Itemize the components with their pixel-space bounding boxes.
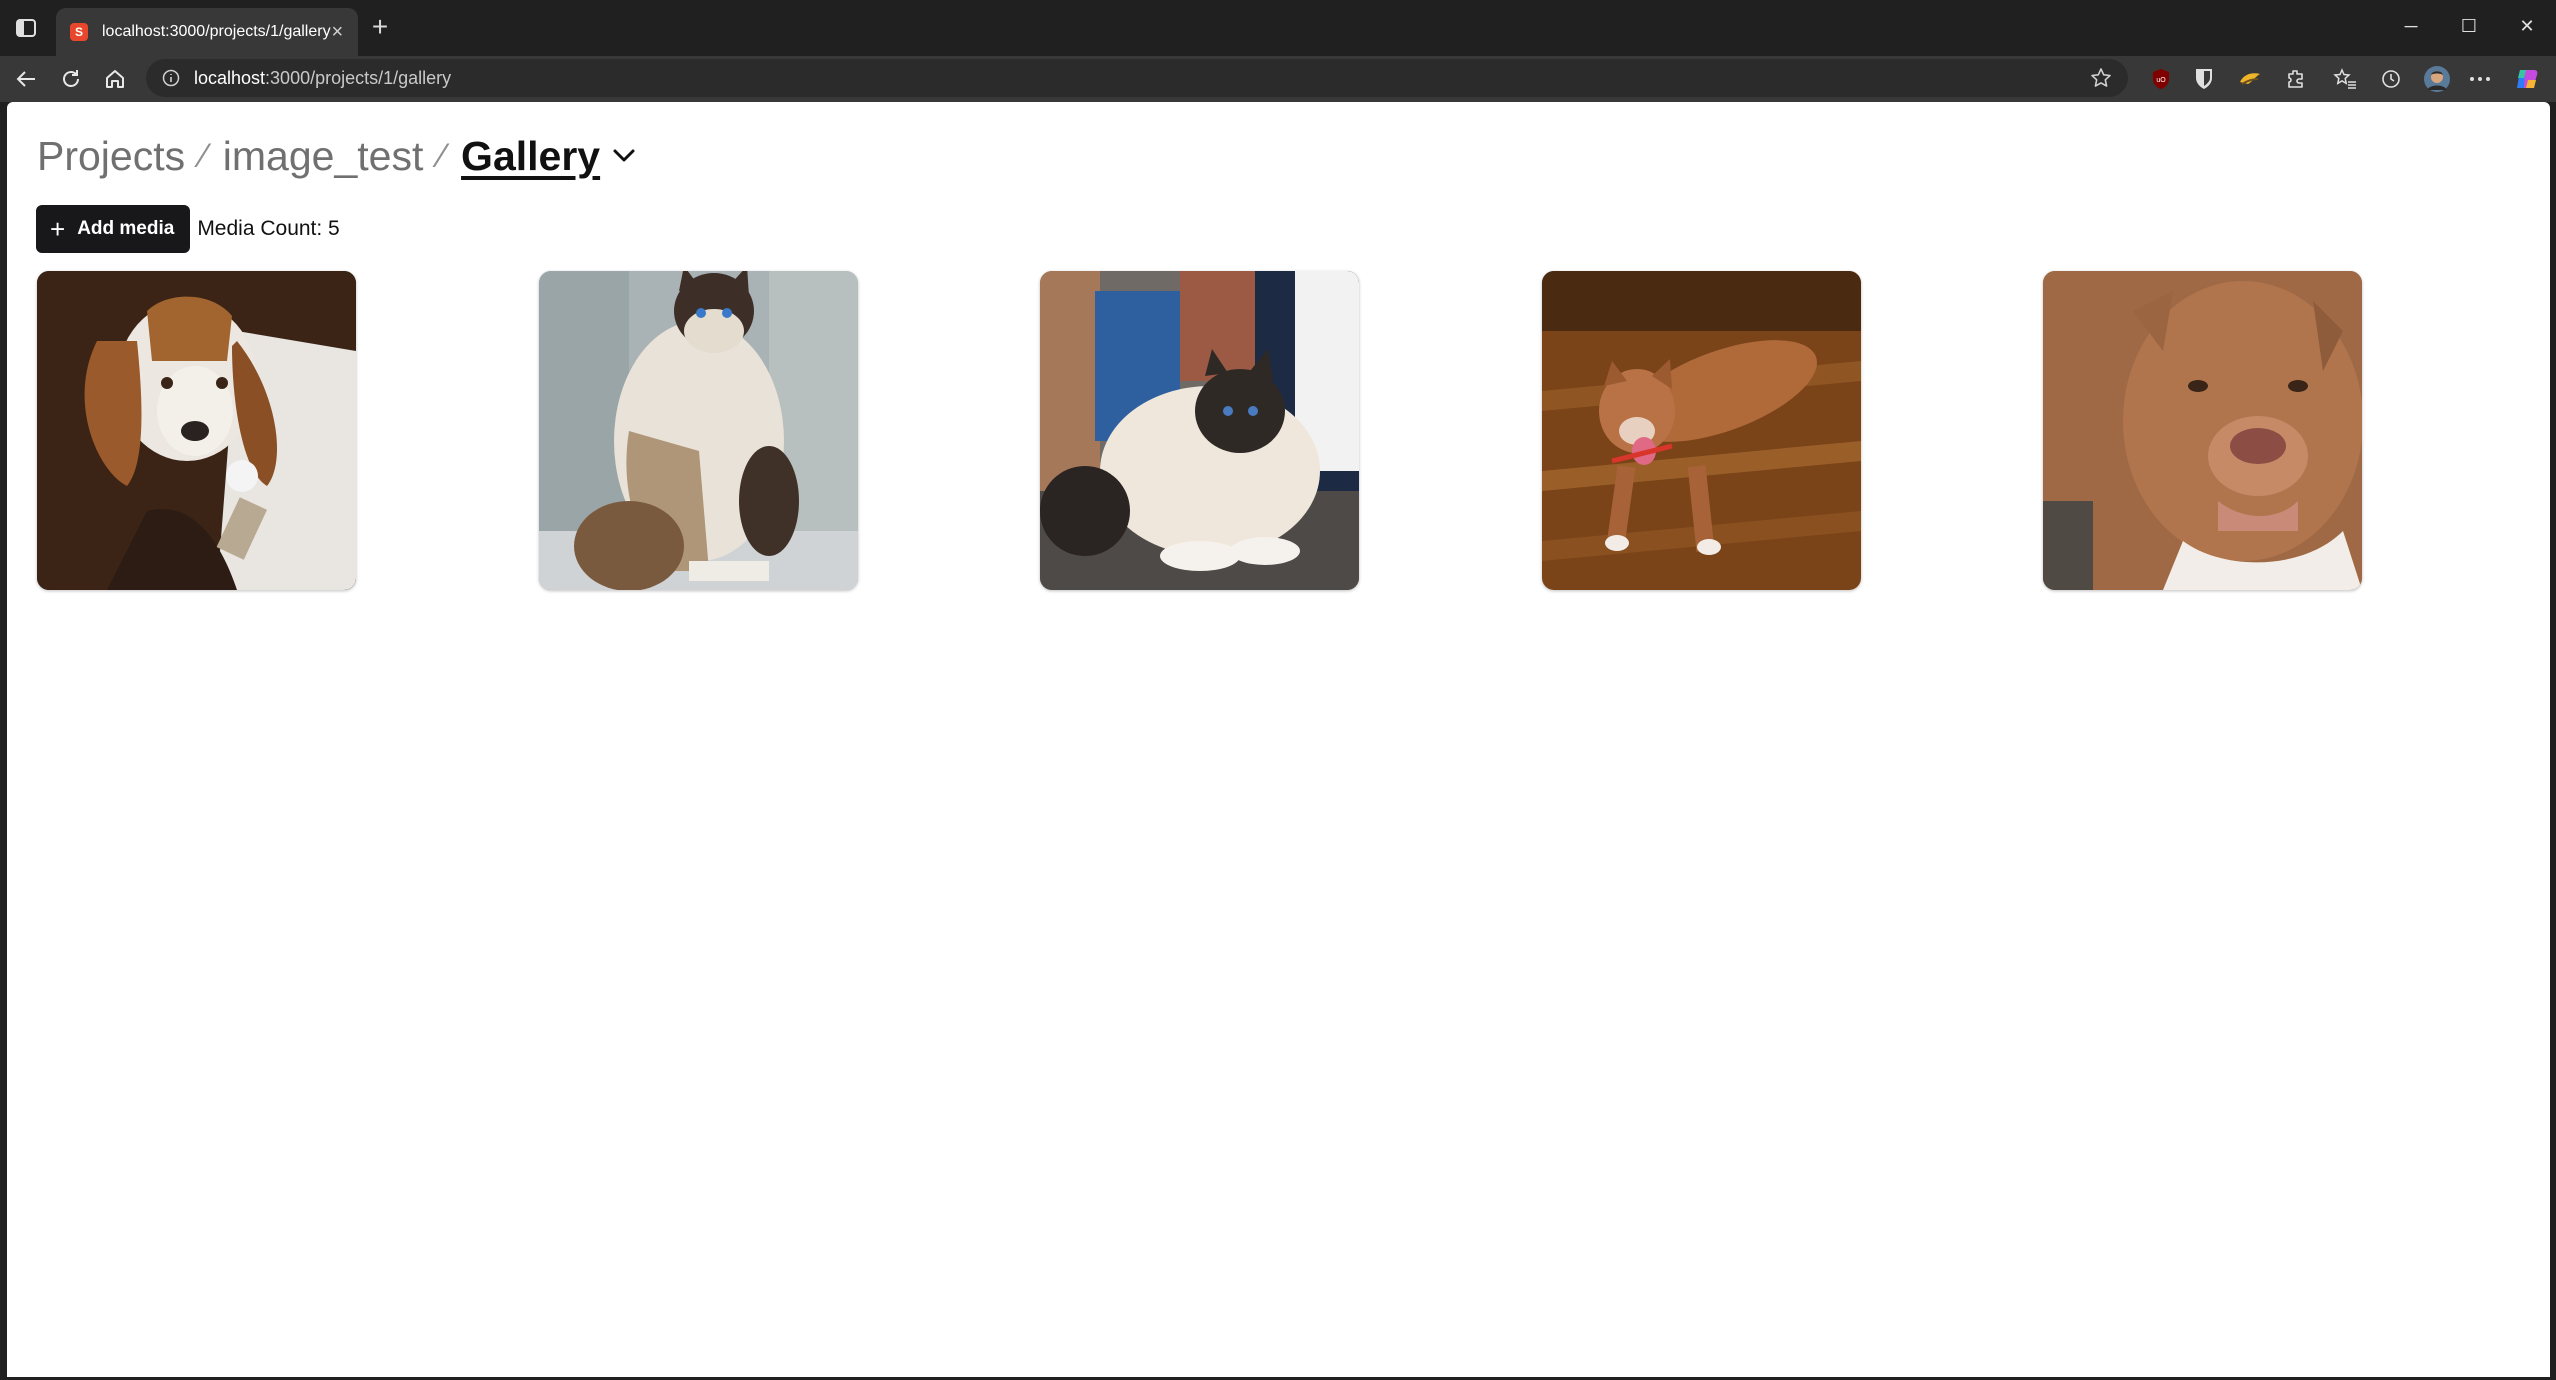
minimize-button[interactable]: ─ xyxy=(2382,0,2440,52)
tab-close-icon[interactable]: × xyxy=(331,21,344,44)
ublock-icon[interactable]: uO xyxy=(2147,65,2175,93)
browser-titlebar: S localhost:3000/projects/1/gallery × + … xyxy=(0,0,2556,56)
gallery-actions: + Add media Media Count: 5 xyxy=(36,205,340,253)
chevron-down-icon[interactable] xyxy=(612,143,638,169)
more-icon[interactable] xyxy=(2466,65,2494,93)
basset-hound-photo xyxy=(37,271,356,590)
home-icon[interactable] xyxy=(99,63,131,95)
copilot-icon[interactable] xyxy=(2513,65,2541,93)
pitbull-on-floor-photo xyxy=(1542,271,1861,590)
birman-cat-photo xyxy=(1040,271,1359,590)
media-thumbnail[interactable] xyxy=(37,271,356,590)
media-gallery xyxy=(37,271,2537,591)
history-icon[interactable] xyxy=(2377,65,2405,93)
media-thumbnail[interactable] xyxy=(1542,271,1861,590)
url-text[interactable]: localhost:3000/projects/1/gallery xyxy=(194,68,2088,89)
add-media-label: Add media xyxy=(77,218,175,239)
breadcrumb-project-link[interactable]: image_test xyxy=(223,133,424,180)
address-bar[interactable]: localhost:3000/projects/1/gallery xyxy=(146,59,2128,97)
breadcrumb-projects-link[interactable]: Projects xyxy=(37,133,185,180)
media-count: Media Count: 5 xyxy=(197,217,340,240)
tab-title: localhost:3000/projects/1/gallery xyxy=(102,23,331,40)
media-thumbnail[interactable] xyxy=(1040,271,1359,590)
favorites-icon[interactable] xyxy=(2331,65,2359,93)
sidebar-toggle-icon[interactable] xyxy=(12,14,40,42)
sticky-extension-icon[interactable] xyxy=(2236,65,2264,93)
browser-tab[interactable]: S localhost:3000/projects/1/gallery × xyxy=(56,8,358,56)
media-thumbnail[interactable] xyxy=(539,271,858,590)
breadcrumb-separator: ⁄ xyxy=(439,136,446,175)
reload-icon[interactable] xyxy=(55,63,87,95)
bitwarden-icon[interactable] xyxy=(2190,65,2218,93)
plus-icon: + xyxy=(50,214,66,244)
page-content: Projects ⁄ image_test ⁄ Gallery + Add me… xyxy=(7,102,2550,1377)
breadcrumb-current-gallery[interactable]: Gallery xyxy=(461,133,600,180)
breadcrumb-separator: ⁄ xyxy=(201,136,207,175)
browser-toolbar: localhost:3000/projects/1/gallery uO xyxy=(0,56,2556,102)
site-info-icon[interactable] xyxy=(160,67,182,89)
svg-text:uO: uO xyxy=(2156,77,2166,84)
favorite-star-icon[interactable] xyxy=(2088,65,2114,91)
profile-avatar[interactable] xyxy=(2423,65,2451,93)
breadcrumb: Projects ⁄ image_test ⁄ Gallery xyxy=(37,126,638,186)
media-thumbnail[interactable] xyxy=(2043,271,2362,590)
add-media-button[interactable]: + Add media xyxy=(36,205,191,253)
window-controls: ─ ☐ ✕ xyxy=(2382,0,2556,52)
close-window-button[interactable]: ✕ xyxy=(2498,0,2556,52)
pitbull-portrait-photo xyxy=(2043,271,2362,590)
new-tab-button[interactable]: + xyxy=(364,12,396,44)
back-arrow-icon[interactable] xyxy=(10,63,42,95)
extensions-icon[interactable] xyxy=(2282,65,2310,93)
svelte-favicon-icon: S xyxy=(70,23,88,41)
ragdoll-cat-photo xyxy=(539,271,858,590)
maximize-button[interactable]: ☐ xyxy=(2440,0,2498,52)
